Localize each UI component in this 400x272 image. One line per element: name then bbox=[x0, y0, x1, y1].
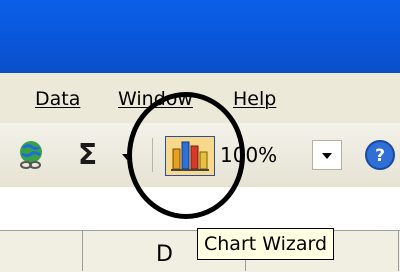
column-separator[interactable] bbox=[398, 230, 399, 271]
title-bar bbox=[0, 0, 400, 73]
svg-text:?: ? bbox=[375, 146, 385, 166]
hyperlink-icon[interactable] bbox=[14, 138, 48, 172]
column-header-d[interactable]: D bbox=[156, 242, 173, 267]
zoom-dropdown-button[interactable] bbox=[312, 140, 342, 170]
chevron-down-icon bbox=[322, 153, 332, 159]
menu-item-help[interactable]: Help bbox=[233, 88, 276, 110]
menu-item-data[interactable]: Data bbox=[35, 88, 80, 110]
autosum-button[interactable]: Σ bbox=[78, 138, 97, 171]
column-separator[interactable] bbox=[82, 230, 83, 271]
highlight-circle bbox=[127, 92, 245, 219]
chart-wizard-tooltip: Chart Wizard bbox=[197, 228, 335, 260]
help-icon[interactable]: ? bbox=[364, 139, 396, 171]
